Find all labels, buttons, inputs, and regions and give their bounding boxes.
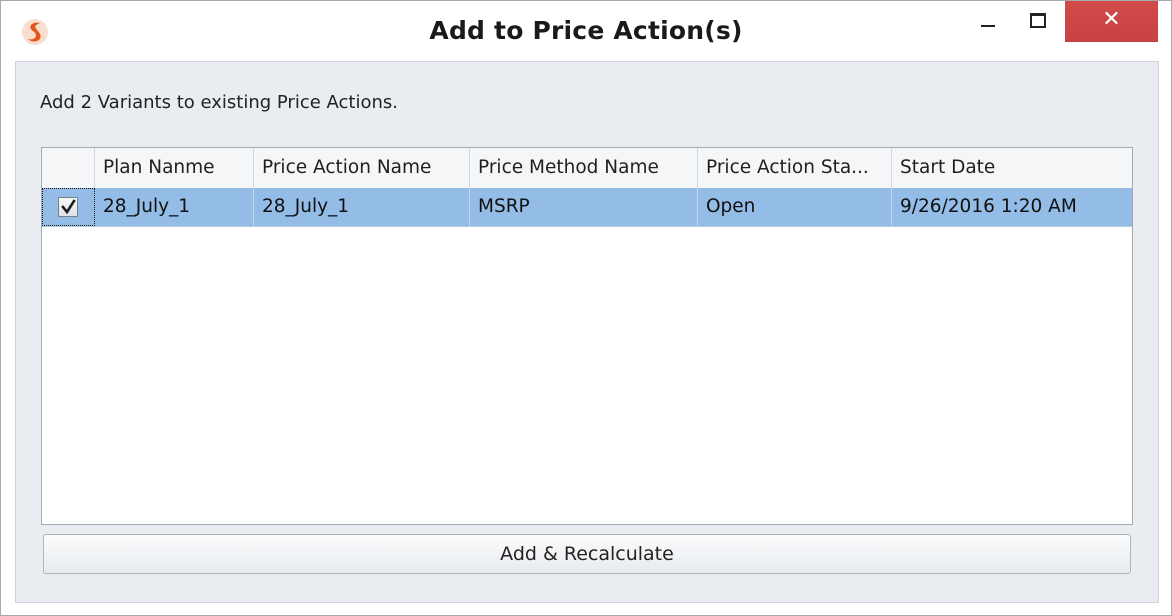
add-recalculate-button[interactable]: Add & Recalculate	[43, 534, 1131, 574]
table-row[interactable]: 28_July_1 28_July_1 MSRP Open 9/26/2016 …	[42, 188, 1132, 227]
minimize-button[interactable]	[969, 1, 1011, 42]
checkmark-icon	[61, 199, 76, 215]
cell-plan-name[interactable]: 28_July_1	[95, 188, 254, 226]
cell-price-action-status[interactable]: Open	[698, 188, 892, 226]
close-button[interactable]: ✕	[1065, 1, 1158, 42]
header-checkbox-column[interactable]	[42, 148, 95, 188]
column-header-price-method-name[interactable]: Price Method Name	[470, 148, 698, 188]
column-header-start-date[interactable]: Start Date	[892, 148, 1132, 188]
price-actions-grid[interactable]: Plan Nanme Price Action Name Price Metho…	[41, 147, 1133, 525]
cell-start-date[interactable]: 9/26/2016 1:20 AM	[892, 188, 1132, 226]
dialog-window: Add to Price Action(s) ✕ Add 2 Variants …	[0, 0, 1172, 616]
column-header-plan-name[interactable]: Plan Nanme	[95, 148, 254, 188]
column-header-price-action-status[interactable]: Price Action Sta...	[698, 148, 892, 188]
maximize-button[interactable]	[1017, 1, 1059, 42]
dialog-body: Add 2 Variants to existing Price Actions…	[15, 61, 1159, 603]
close-icon: ✕	[1102, 7, 1121, 32]
cell-price-action-name[interactable]: 28_July_1	[254, 188, 470, 226]
row-checkbox[interactable]	[58, 197, 78, 217]
grid-header: Plan Nanme Price Action Name Price Metho…	[42, 148, 1132, 189]
cell-price-method-name[interactable]: MSRP	[470, 188, 698, 226]
minimize-icon	[981, 25, 995, 27]
info-message: Add 2 Variants to existing Price Actions…	[40, 92, 398, 113]
title-bar[interactable]: Add to Price Action(s) ✕	[1, 1, 1171, 61]
column-header-price-action-name[interactable]: Price Action Name	[254, 148, 470, 188]
row-checkbox-cell[interactable]	[42, 188, 95, 226]
maximize-icon	[1030, 13, 1046, 28]
